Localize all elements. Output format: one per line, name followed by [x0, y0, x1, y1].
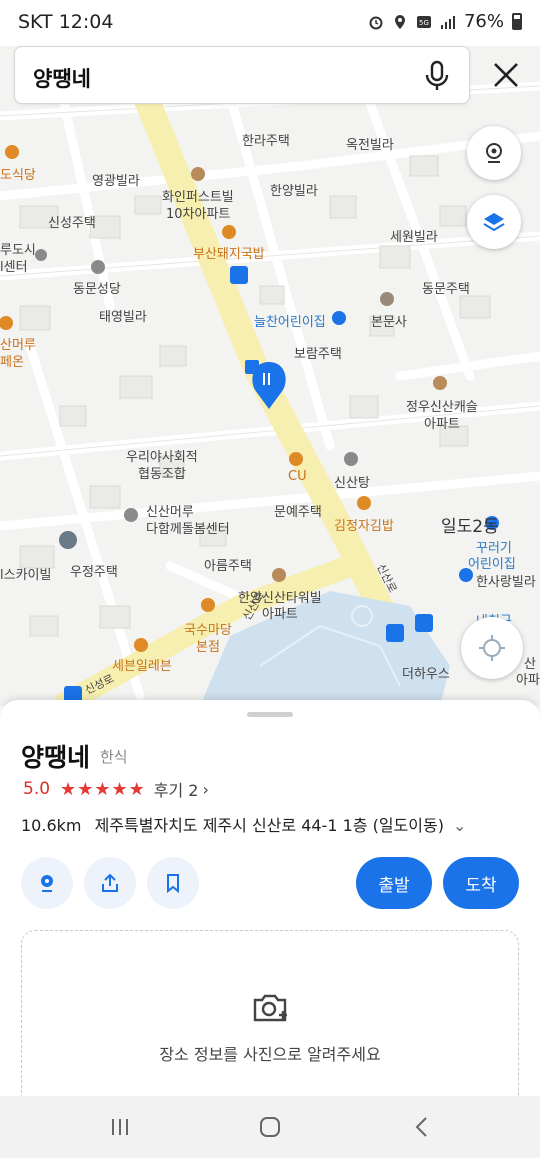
address-row[interactable]: 10.6km 제주특별자치도 제주시 신산로 44-1 1층 (일도이동) ⌄	[21, 812, 466, 836]
add-photo-card[interactable]: 장소 정보를 사진으로 알려주세요	[21, 930, 519, 1110]
map-label: 아파	[516, 673, 540, 688]
recent-apps-button[interactable]	[100, 1110, 140, 1144]
map-label: 10차아파트	[166, 207, 231, 222]
alarm-icon	[369, 16, 383, 29]
map-label: 페온	[0, 355, 24, 370]
map-view[interactable]: 한라주택 옥전빌라 도식당 영광빌라 화인퍼스트빌 10차아파트 한양빌라 신성…	[0, 46, 540, 706]
map-label: l센터	[0, 260, 28, 275]
map-label: 보람주택	[294, 347, 342, 362]
map-label: 부산돼지국밥	[193, 247, 265, 262]
status-icons: 5G 76%	[368, 11, 522, 32]
home-icon	[260, 1117, 280, 1137]
map-label: 본문사	[371, 315, 407, 330]
map-label: 도식당	[0, 168, 36, 183]
map-label: 아름주택	[204, 559, 252, 574]
street-view-shortcut-button[interactable]	[21, 857, 73, 909]
status-time: SKT 12:04	[18, 11, 114, 33]
map-label: 김정자김밥	[334, 519, 394, 534]
map-layers-button[interactable]	[467, 195, 521, 249]
my-location-button[interactable]	[461, 617, 523, 679]
map-label: 다함께돌봄센터	[146, 522, 230, 537]
place-name: 양땡네	[21, 743, 91, 772]
star-icon: ★	[111, 778, 128, 800]
share-icon	[102, 873, 118, 892]
map-label: 영광빌라	[92, 174, 140, 189]
back-button[interactable]	[402, 1110, 442, 1144]
map-label: 한양빌라	[270, 184, 318, 199]
map-label: 일도2동	[441, 517, 499, 537]
home-button[interactable]	[250, 1110, 290, 1144]
location-icon	[394, 14, 405, 29]
map-label: 늘찬어린이집	[254, 315, 326, 330]
map-label: 동문주택	[422, 282, 470, 297]
star-icon: ★	[94, 778, 111, 800]
map-label: 아파트	[262, 607, 298, 622]
star-icon: ★	[128, 778, 145, 800]
map-label: 한라주택	[242, 134, 290, 149]
bookmark-icon	[167, 874, 179, 894]
battery-icon	[512, 13, 522, 30]
arrive-button[interactable]: 도착	[443, 857, 519, 909]
address: 제주특별자치도 제주시 신산로 44-1 1층 (일도이동)	[94, 816, 444, 835]
search-bar[interactable]: 양땡네	[14, 46, 470, 104]
map-label: 협동조합	[138, 467, 186, 482]
map-label: CU	[288, 469, 307, 484]
place-category: 한식	[100, 748, 128, 766]
map-label: 한사랑빌라	[476, 575, 536, 590]
camera-add-icon	[253, 994, 287, 1022]
crosshair-icon	[479, 635, 505, 661]
map-label: 본점	[196, 640, 220, 655]
map-label: 세원빌라	[390, 230, 438, 245]
system-nav-bar	[0, 1096, 540, 1158]
place-bottom-sheet[interactable]: 양땡네 한식 5.0 ★ ★ ★ ★ ★ 후기 2 › 10.6km 제주특별자…	[0, 700, 540, 1110]
recent-apps-icon	[112, 1119, 128, 1135]
star-icon: ★	[60, 778, 77, 800]
rating-row[interactable]: 5.0 ★ ★ ★ ★ ★ 후기 2 ›	[23, 777, 209, 801]
sheet-drag-handle[interactable]	[247, 712, 293, 717]
street-view-button[interactable]	[467, 126, 521, 180]
microphone-icon[interactable]	[423, 60, 451, 92]
svg-text:5G: 5G	[419, 19, 429, 27]
review-count-link[interactable]: 후기 2	[154, 777, 199, 801]
save-button[interactable]	[147, 857, 199, 909]
map-label: 태영빌라	[99, 310, 147, 325]
depart-button[interactable]: 출발	[356, 857, 432, 909]
status-bar: SKT 12:04 5G 76%	[0, 0, 540, 46]
map-label: 아파트	[424, 417, 460, 432]
map-label: 옥전빌라	[346, 138, 394, 153]
5g-icon: 5G	[416, 15, 431, 28]
chevron-down-icon: ⌄	[453, 816, 467, 835]
map-label: 더하우스	[402, 667, 450, 682]
distance: 10.6km	[21, 816, 82, 835]
street-view-icon	[486, 143, 502, 163]
search-query[interactable]: 양땡네	[33, 63, 91, 93]
map-label: 신산탕	[334, 476, 370, 491]
map-label: 우정주택	[70, 565, 118, 580]
map-label: 세븐일레븐	[112, 659, 172, 674]
rating-value: 5.0	[23, 779, 51, 799]
map-label: 어린이집	[468, 557, 516, 572]
chevron-right-icon: ›	[202, 779, 209, 799]
star-icon: ★	[77, 778, 94, 800]
map-label: l스카이빌	[0, 568, 52, 583]
layers-icon	[483, 213, 505, 232]
share-button[interactable]	[84, 857, 136, 909]
close-icon[interactable]	[484, 58, 528, 94]
back-icon	[415, 1117, 427, 1137]
photo-prompt: 장소 정보를 사진으로 알려주세요	[159, 1045, 381, 1064]
signal-icon	[440, 15, 455, 29]
battery-text: 76%	[463, 11, 504, 32]
map-label: 동문성당	[73, 282, 121, 297]
map-label: 신성주택	[48, 216, 96, 231]
map-label: 문예주택	[274, 505, 322, 520]
street-view-icon	[41, 875, 53, 892]
